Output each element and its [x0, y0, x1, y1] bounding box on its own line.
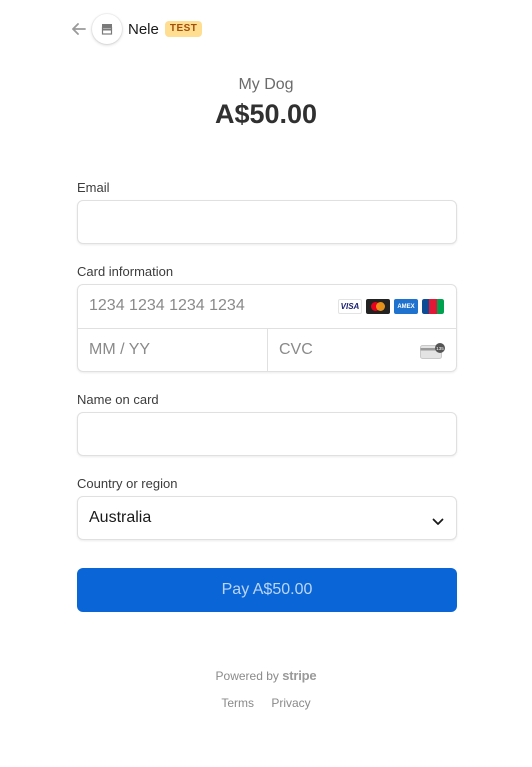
product-name: My Dog — [238, 76, 294, 93]
pay-button-label: Pay A$50.00 — [221, 581, 313, 598]
powered-by-label: Powered by — [215, 669, 279, 683]
cvc-card-icon: 135 — [420, 343, 446, 364]
card-number-field[interactable]: 1234 1234 1234 1234 VISA AMEX — [78, 285, 456, 328]
country-label: Country or region — [77, 476, 178, 491]
country-select[interactable]: Australia — [77, 496, 457, 540]
test-mode-badge: TEST — [164, 21, 203, 37]
terms-link[interactable]: Terms — [221, 696, 254, 710]
merchant-avatar — [92, 14, 122, 44]
back-arrow-icon[interactable] — [70, 20, 88, 38]
country-value: Australia — [89, 509, 152, 526]
expiry-field[interactable]: MM / YY — [78, 329, 267, 371]
pay-button[interactable]: Pay A$50.00 — [77, 568, 457, 612]
email-field[interactable] — [77, 200, 457, 244]
expiry-placeholder: MM / YY — [89, 341, 151, 358]
mastercard-icon — [366, 299, 390, 314]
jcb-icon — [422, 299, 444, 314]
footer-links: Terms Privacy — [0, 696, 532, 710]
card-number-placeholder: 1234 1234 1234 1234 — [89, 297, 245, 314]
product-price: A$50.00 — [214, 99, 318, 129]
cvc-placeholder: CVC — [279, 341, 313, 358]
stripe-logo: stripe — [282, 668, 317, 683]
card-information-group: 1234 1234 1234 1234 VISA AMEX MM / YY CV… — [77, 284, 457, 372]
privacy-link[interactable]: Privacy — [271, 696, 310, 710]
email-label: Email — [77, 180, 110, 195]
name-on-card-label: Name on card — [77, 392, 159, 407]
card-information-label: Card information — [77, 264, 174, 279]
amex-icon: AMEX — [394, 299, 418, 314]
powered-by-stripe[interactable]: Powered by stripe — [0, 668, 532, 683]
cvc-field[interactable]: CVC 135 — [268, 329, 456, 371]
store-icon — [101, 24, 113, 35]
header: Nele TEST — [70, 14, 203, 44]
chevron-down-icon — [432, 513, 444, 531]
merchant-name: Nele — [128, 20, 159, 38]
name-on-card-field[interactable] — [77, 412, 457, 456]
visa-icon: VISA — [338, 299, 362, 314]
